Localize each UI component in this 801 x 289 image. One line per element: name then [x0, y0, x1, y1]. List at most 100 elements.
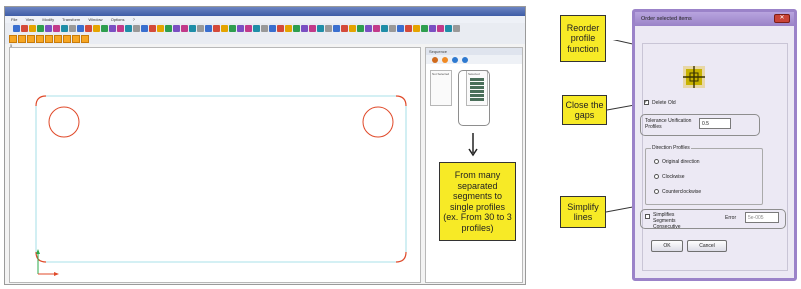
toolbar-tool-icon[interactable]	[221, 25, 228, 32]
toolbar-layer-icon[interactable]	[81, 35, 89, 43]
toolbar-tool-icon[interactable]	[21, 25, 28, 32]
tolerance-input[interactable]: 0.5	[699, 118, 731, 129]
tolerance-label: Tolerance Unification Profiles	[645, 118, 692, 130]
toolbar-tool-icon[interactable]	[69, 25, 76, 32]
toolbar-tool-icon[interactable]	[349, 25, 356, 32]
outer-profile-corner-tr	[395, 95, 407, 107]
toolbar-layer-icon[interactable]	[18, 35, 26, 43]
toolbar-layer-icon[interactable]	[27, 35, 35, 43]
radio-clockwise[interactable]	[654, 174, 659, 179]
toolbar-tool-icon[interactable]	[181, 25, 188, 32]
toolbar-tool-icon[interactable]	[157, 25, 164, 32]
toolbar-tool-icon[interactable]	[365, 25, 372, 32]
close-icon: ✕	[779, 15, 785, 21]
toolbar-tool-icon[interactable]	[333, 25, 340, 32]
toolbar-tool-icon[interactable]	[189, 25, 196, 32]
toolbar-tool-icon[interactable]	[413, 25, 420, 32]
toolbar-tool-icon[interactable]	[229, 25, 236, 32]
radio-original-direction[interactable]	[654, 159, 659, 164]
toolbar-tool-icon[interactable]	[381, 25, 388, 32]
toolbar-tool-icon[interactable]	[197, 25, 204, 32]
toolbar-layer-icon[interactable]	[54, 35, 62, 43]
panel-tool-icon[interactable]	[432, 56, 438, 63]
dialog-title: Order selected items	[641, 16, 692, 22]
menu-window[interactable]: Window	[88, 17, 102, 22]
menu-transform[interactable]: Transform	[62, 17, 80, 22]
panel-tool-icon[interactable]	[462, 56, 468, 63]
menu-view[interactable]: View	[26, 17, 35, 22]
toolbar-tool-icon[interactable]	[173, 25, 180, 32]
toolbar-tool-icon[interactable]	[85, 25, 92, 32]
toolbar-tool-icon[interactable]	[373, 25, 380, 32]
menu-file[interactable]: File	[11, 17, 17, 22]
toolbar-tool-icon[interactable]	[109, 25, 116, 32]
radio-clockwise-label: Clockwise	[662, 174, 685, 180]
toolbar-tool-icon[interactable]	[357, 25, 364, 32]
radio-counterclockwise[interactable]	[654, 189, 659, 194]
toolbar-tool-icon[interactable]	[277, 25, 284, 32]
toolbar-tool-icon[interactable]	[437, 25, 444, 32]
toolbar-tool-icon[interactable]	[213, 25, 220, 32]
toolbar-tool-icon[interactable]	[293, 25, 300, 32]
simplify-checkbox[interactable]	[645, 214, 650, 219]
not-selected-list[interactable]: Not Selected	[430, 70, 452, 106]
toolbar-layer-icon[interactable]	[45, 35, 53, 43]
toolbar-tool-icon[interactable]	[317, 25, 324, 32]
toolbar-tool-icon[interactable]	[309, 25, 316, 32]
toolbar-tool-icon[interactable]	[269, 25, 276, 32]
panel-title: Sequence	[426, 48, 522, 55]
outer-profile-corner-br	[395, 251, 407, 263]
toolbar-tool-icon[interactable]	[125, 25, 132, 32]
toolbar-tool-icon[interactable]	[61, 25, 68, 32]
cancel-button[interactable]: Cancel	[687, 240, 727, 252]
toolbar-tool-icon[interactable]	[253, 25, 260, 32]
toolbar-tool-icon[interactable]	[237, 25, 244, 32]
toolbar-tool-icon[interactable]	[13, 25, 20, 32]
toolbar-tool-icon[interactable]	[133, 25, 140, 32]
toolbar-tool-icon[interactable]	[453, 25, 460, 32]
toolbar-tool-icon[interactable]	[445, 25, 452, 32]
toolbar-tool-icon[interactable]	[301, 25, 308, 32]
toolbar-tool-icon[interactable]	[45, 25, 52, 32]
toolbar-tool-icon[interactable]	[429, 25, 436, 32]
canvas-tab[interactable]: 5	[10, 43, 12, 48]
toolbar-tool-icon[interactable]	[29, 25, 36, 32]
toolbar-tool-icon[interactable]	[93, 25, 100, 32]
toolbar-tool-icon[interactable]	[245, 25, 252, 32]
toolbar-tool-icon[interactable]	[397, 25, 404, 32]
toolbar-tool-icon[interactable]	[101, 25, 108, 32]
checkmark-icon: ✓	[644, 99, 649, 105]
toolbar-tool-icon[interactable]	[389, 25, 396, 32]
toolbar-tool-icon[interactable]	[341, 25, 348, 32]
error-input[interactable]: 5e-005	[745, 212, 779, 223]
toolbar-tool-icon[interactable]	[405, 25, 412, 32]
toolbar-tool-icon[interactable]	[53, 25, 60, 32]
panel-tool-icon[interactable]	[452, 56, 458, 63]
simplify-label: Simplifies Segments Consecutive	[653, 212, 681, 230]
toolbar-tool-icon[interactable]	[421, 25, 428, 32]
close-button[interactable]: ✕	[774, 14, 790, 23]
drawing-canvas[interactable]: 5	[9, 43, 421, 283]
toolbar-tool-icon[interactable]	[285, 25, 292, 32]
toolbar-layer-icon[interactable]	[72, 35, 80, 43]
toolbar-tool-icon[interactable]	[117, 25, 124, 32]
toolbar-tool-icon[interactable]	[37, 25, 44, 32]
selected-list-highlight	[458, 70, 490, 126]
toolbar-tool-icon[interactable]	[205, 25, 212, 32]
toolbar-tool-icon[interactable]	[77, 25, 84, 32]
menu-options[interactable]: Options	[111, 17, 125, 22]
ok-button[interactable]: OK	[651, 240, 683, 252]
toolbar-tool-icon[interactable]	[325, 25, 332, 32]
toolbar-layer-icon[interactable]	[36, 35, 44, 43]
toolbar-tool-icon[interactable]	[165, 25, 172, 32]
panel-toolbar	[426, 55, 522, 64]
menu-help[interactable]: ?	[133, 17, 135, 22]
axis-x-arrow	[54, 272, 59, 276]
panel-tool-icon[interactable]	[442, 56, 448, 63]
toolbar-layer-icon[interactable]	[63, 35, 71, 43]
toolbar-tool-icon[interactable]	[141, 25, 148, 32]
menu-modify[interactable]: Modify	[42, 17, 54, 22]
toolbar-tool-icon[interactable]	[261, 25, 268, 32]
toolbar-layer-icon[interactable]	[9, 35, 17, 43]
toolbar-tool-icon[interactable]	[149, 25, 156, 32]
